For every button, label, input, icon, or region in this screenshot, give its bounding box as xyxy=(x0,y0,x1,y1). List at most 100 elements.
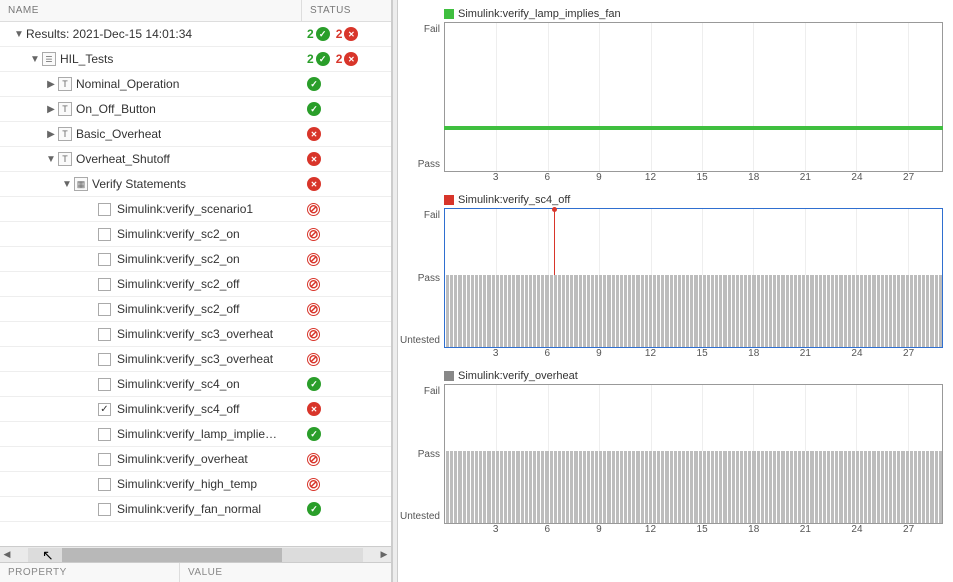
tree-row[interactable]: Results: 2021-Dec-15 14:01:3422 xyxy=(0,22,391,47)
expand-arrow-icon[interactable] xyxy=(30,54,40,65)
status-cell xyxy=(301,427,391,441)
tree-row[interactable]: Simulink:verify_overheat xyxy=(0,447,391,472)
pass-badge-icon xyxy=(307,427,321,441)
row-label: Simulink:verify_sc2_on xyxy=(117,227,240,241)
x-tick: 24 xyxy=(851,524,862,535)
checkbox[interactable] xyxy=(98,378,111,391)
row-label: Simulink:verify_sc2_off xyxy=(117,302,240,316)
tree-row[interactable]: Simulink:verify_high_temp xyxy=(0,472,391,497)
y-axis: FailPassUntested xyxy=(400,384,444,524)
y-tick: Pass xyxy=(418,159,440,170)
tree-row[interactable]: Nominal_Operation xyxy=(0,72,391,97)
tree-panel: NAME STATUS Results: 2021-Dec-15 14:01:3… xyxy=(0,0,392,582)
chart-legend: Simulink:verify_sc4_off xyxy=(400,192,943,208)
checkbox[interactable] xyxy=(98,403,111,416)
legend-swatch-icon xyxy=(444,371,454,381)
tree-row[interactable]: On_Off_Button xyxy=(0,97,391,122)
checkbox[interactable] xyxy=(98,253,111,266)
tree-row[interactable]: Simulink:verify_sc2_off xyxy=(0,297,391,322)
status-cell xyxy=(301,102,391,116)
status-cell xyxy=(301,253,391,266)
checkbox[interactable] xyxy=(98,503,111,516)
checkbox[interactable] xyxy=(98,353,111,366)
status-cell xyxy=(301,502,391,516)
y-tick: Pass xyxy=(418,273,440,284)
tree-scroll[interactable]: Results: 2021-Dec-15 14:01:3422HIL_Tests… xyxy=(0,22,391,546)
tree-row[interactable]: Simulink:verify_sc3_overheat xyxy=(0,322,391,347)
chart-legend: Simulink:verify_lamp_implies_fan xyxy=(400,6,943,22)
name-column-header[interactable]: NAME xyxy=(0,0,301,21)
value-column-header[interactable]: VALUE xyxy=(180,563,231,582)
tree-row[interactable]: Simulink:verify_sc3_overheat xyxy=(0,347,391,372)
chart[interactable]: Simulink:verify_overheat FailPassUntested… xyxy=(400,368,943,538)
row-label: Simulink:verify_sc2_on xyxy=(117,252,240,266)
expand-arrow-icon[interactable] xyxy=(62,179,72,190)
x-tick: 27 xyxy=(903,348,914,359)
plot-area[interactable] xyxy=(444,384,943,524)
x-axis: 369121518212427 xyxy=(444,172,943,186)
checkbox[interactable] xyxy=(98,278,111,291)
row-label: HIL_Tests xyxy=(60,52,113,66)
pass-badge-icon xyxy=(307,77,321,91)
status-cell xyxy=(301,328,391,341)
status-cell xyxy=(301,278,391,291)
data-bars xyxy=(445,275,942,347)
scroll-right-arrow-icon[interactable]: ▶ xyxy=(377,549,391,560)
plot-area[interactable] xyxy=(444,22,943,172)
chart[interactable]: Simulink:verify_sc4_offFailPassUntested3… xyxy=(400,192,943,362)
warn-badge-icon xyxy=(307,303,320,316)
legend-label: Simulink:verify_overheat xyxy=(458,370,578,382)
tree-row[interactable]: Simulink:verify_sc4_off xyxy=(0,397,391,422)
scroll-track[interactable] xyxy=(28,548,363,562)
tree-row[interactable]: Overheat_Shutoff xyxy=(0,147,391,172)
row-label: Overheat_Shutoff xyxy=(76,152,170,166)
tree-row[interactable]: Verify Statements xyxy=(0,172,391,197)
checkbox[interactable] xyxy=(98,303,111,316)
checkbox[interactable] xyxy=(98,328,111,341)
tree-row[interactable]: Simulink:verify_sc4_on xyxy=(0,372,391,397)
scroll-thumb[interactable] xyxy=(62,548,282,562)
x-tick: 3 xyxy=(493,348,499,359)
scroll-left-arrow-icon[interactable]: ◀ xyxy=(0,549,14,560)
x-tick: 6 xyxy=(544,524,550,535)
expand-arrow-icon[interactable] xyxy=(46,104,56,115)
horizontal-scrollbar[interactable]: ◀ ▶ ↖ xyxy=(0,546,391,562)
expand-arrow-icon[interactable] xyxy=(14,29,24,40)
chart[interactable]: Simulink:verify_lamp_implies_fanFailPass… xyxy=(400,6,943,186)
status-cell xyxy=(301,228,391,241)
tree-row[interactable]: Simulink:verify_fan_normal xyxy=(0,497,391,522)
tree-row[interactable]: Simulink:verify_sc2_off xyxy=(0,272,391,297)
tree-row[interactable]: HIL_Tests22 xyxy=(0,47,391,72)
y-axis: FailPass xyxy=(400,22,444,172)
tree-row[interactable]: Simulink:verify_scenario1 xyxy=(0,197,391,222)
checkbox[interactable] xyxy=(98,203,111,216)
x-tick: 3 xyxy=(493,172,499,183)
warn-badge-icon xyxy=(307,253,320,266)
status-column-header[interactable]: STATUS xyxy=(301,0,391,21)
checkbox[interactable] xyxy=(98,453,111,466)
status-cell: 22 xyxy=(301,27,391,41)
checkbox[interactable] xyxy=(98,228,111,241)
x-tick: 21 xyxy=(800,524,811,535)
expand-arrow-icon[interactable] xyxy=(46,154,56,165)
tree-row[interactable]: Basic_Overheat xyxy=(0,122,391,147)
expand-arrow-icon[interactable] xyxy=(46,129,56,140)
expand-arrow-icon[interactable] xyxy=(46,79,56,90)
row-label: On_Off_Button xyxy=(76,102,156,116)
checkbox[interactable] xyxy=(98,428,111,441)
fail-badge-icon xyxy=(307,177,321,191)
row-label: Verify Statements xyxy=(92,177,186,191)
tree-row[interactable]: Simulink:verify_lamp_implie… xyxy=(0,422,391,447)
y-tick: Pass xyxy=(418,449,440,460)
pass-badge-icon xyxy=(316,52,330,66)
checkbox[interactable] xyxy=(98,478,111,491)
tree-row[interactable]: Simulink:verify_sc2_on xyxy=(0,222,391,247)
row-label: Basic_Overheat xyxy=(76,127,161,141)
x-tick: 12 xyxy=(645,348,656,359)
property-column-header[interactable]: PROPERTY xyxy=(0,563,180,582)
doc-icon xyxy=(42,52,56,66)
warn-badge-icon xyxy=(307,353,320,366)
row-label: Simulink:verify_sc2_off xyxy=(117,277,240,291)
plot-area[interactable] xyxy=(444,208,943,348)
tree-row[interactable]: Simulink:verify_sc2_on xyxy=(0,247,391,272)
